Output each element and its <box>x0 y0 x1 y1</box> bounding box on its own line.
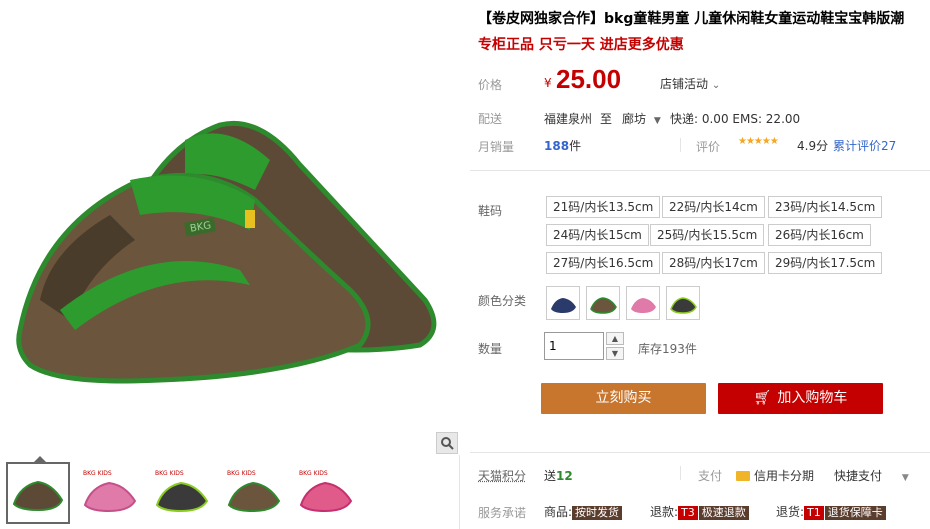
buy-now-button[interactable]: 立刻购买 <box>541 383 706 414</box>
quantity-decrement-button[interactable]: ▼ <box>606 347 624 360</box>
sales-divider <box>680 138 681 152</box>
caret-down-icon: ▼ <box>901 473 909 483</box>
rating-label: 评价 <box>696 140 721 154</box>
service-refund-label: 退款: <box>650 505 679 519</box>
svg-text:BKG KIDS: BKG KIDS <box>299 470 328 477</box>
payment-label: 支付 <box>698 469 723 483</box>
product-subtitle: 专柜正品 只亏一天 进店更多优惠 <box>478 37 684 53</box>
shipping-destination: 廊坊 <box>622 112 647 126</box>
thumbnail-3[interactable]: BKG KIDS <box>150 462 214 524</box>
quantity-label: 数量 <box>478 342 503 356</box>
fast-refund-badge[interactable]: 极速退款 <box>698 506 749 520</box>
size-option[interactable]: 21码/内长13.5cm <box>546 196 661 218</box>
shipping-to-word: 至 <box>600 112 613 126</box>
quick-pay-dropdown[interactable]: 快捷支付 ▼ <box>834 467 909 484</box>
store-promo-dropdown[interactable]: 店铺活动 ⌄ <box>660 75 720 92</box>
color-label: 颜色分类 <box>478 294 527 308</box>
zoom-icon[interactable] <box>436 432 458 454</box>
size-option[interactable]: 26码/内长16cm <box>768 224 871 246</box>
refund-code-badge: T3 <box>678 506 698 520</box>
section-divider <box>470 170 930 171</box>
thumbnail-2[interactable]: BKG KIDS <box>78 462 142 524</box>
chevron-down-icon: ⌄ <box>711 80 721 91</box>
store-promo-label: 店铺活动 <box>660 77 709 91</box>
credit-installment-link[interactable]: 信用卡分期 <box>736 467 814 484</box>
quick-pay-label: 快捷支付 <box>834 469 883 483</box>
credit-card-icon <box>736 471 750 481</box>
rating-stars: ★★★★★ <box>738 136 779 147</box>
return-guarantee-badge[interactable]: 退货保障卡 <box>824 506 886 520</box>
total-reviews-link[interactable]: 累计评价27 <box>833 137 896 154</box>
svg-text:BKG KIDS: BKG KIDS <box>83 470 112 477</box>
on-time-shipping-badge[interactable]: 按时发货 <box>572 506 623 520</box>
service-goods: 商品: 按时发货 <box>544 503 623 520</box>
service-goods-label: 商品: <box>544 505 573 519</box>
product-page: BKG BKG KIDS BKG KIDS BKG KIDS BKG KIDS <box>0 0 930 529</box>
points-text: 送12 <box>544 467 573 484</box>
payment-divider <box>680 466 681 480</box>
size-option[interactable]: 25码/内长15.5cm <box>650 224 765 246</box>
shipping-destination-select[interactable]: 廊坊 ▼ <box>622 110 661 127</box>
return-code-badge: T1 <box>804 506 824 520</box>
product-title: 【卷皮网独家合作】bkg童鞋男童 儿童休闲鞋女童运动鞋宝宝韩版潮 <box>478 11 905 27</box>
price-label: 价格 <box>478 78 503 92</box>
main-product-image: BKG <box>0 0 460 455</box>
color-swatch-brown[interactable] <box>586 286 620 320</box>
size-option[interactable]: 27码/内长16.5cm <box>546 252 661 274</box>
service-refund: 退款: T3 极速退款 <box>650 503 749 520</box>
add-to-cart-label: 加入购物车 <box>777 390 848 406</box>
size-option[interactable]: 22码/内长14cm <box>662 196 765 218</box>
size-option[interactable]: 28码/内长17cm <box>662 252 765 274</box>
tmall-points-label[interactable]: 天猫积分 <box>478 467 526 484</box>
add-to-cart-button[interactable]: 🛒︎ 加入购物车 <box>718 383 883 414</box>
size-option[interactable]: 24码/内长15cm <box>546 224 649 246</box>
service-return-label: 退货: <box>776 505 805 519</box>
credit-installment-label: 信用卡分期 <box>754 469 815 483</box>
monthly-sales-label: 月销量 <box>478 140 515 154</box>
size-option[interactable]: 29码/内长17.5cm <box>768 252 883 274</box>
monthly-sales-count: 188件 <box>544 137 581 154</box>
points-prefix: 送 <box>544 469 557 483</box>
section-divider <box>470 452 930 453</box>
currency-symbol: ¥ <box>544 76 552 90</box>
shipping-from: 福建泉州 <box>544 112 593 126</box>
thumbnail-5[interactable]: BKG KIDS <box>294 462 358 524</box>
service-return: 退货: T1 退货保障卡 <box>776 503 886 520</box>
thumbnail-4[interactable]: BKG KIDS <box>222 462 286 524</box>
cart-icon: 🛒︎ <box>753 390 772 406</box>
svg-text:BKG KIDS: BKG KIDS <box>227 470 256 477</box>
size-option[interactable]: 23码/内长14.5cm <box>768 196 883 218</box>
svg-text:BKG KIDS: BKG KIDS <box>155 470 184 477</box>
price-value: 25.00 <box>556 64 622 94</box>
sales-count-value: 188 <box>544 139 570 153</box>
sales-count-unit: 件 <box>569 139 582 153</box>
thumbnail-strip: BKG KIDS BKG KIDS BKG KIDS BKG KIDS <box>6 456 358 524</box>
product-info-panel: 【卷皮网独家合作】bkg童鞋男童 儿童休闲鞋女童运动鞋宝宝韩版潮 专柜正品 只亏… <box>470 0 930 529</box>
shipping-fees: 快递: 0.00 EMS: 22.00 <box>670 112 801 126</box>
thumbnail-1[interactable] <box>6 456 70 524</box>
points-value: 12 <box>556 469 573 483</box>
product-gallery: BKG BKG KIDS BKG KIDS BKG KIDS BKG KIDS <box>0 0 460 529</box>
quantity-input[interactable] <box>544 332 604 360</box>
caret-down-icon: ▼ <box>653 116 661 126</box>
color-swatch-black[interactable] <box>666 286 700 320</box>
quantity-increment-button[interactable]: ▲ <box>606 332 624 345</box>
service-promise-label: 服务承诺 <box>478 506 527 520</box>
shipping-label: 配送 <box>478 112 503 126</box>
rating-score: 4.9分 <box>797 139 829 153</box>
color-swatch-navy[interactable] <box>546 286 580 320</box>
color-swatch-pink[interactable] <box>626 286 660 320</box>
size-label: 鞋码 <box>478 204 503 218</box>
stock-count: 库存193件 <box>638 342 697 356</box>
